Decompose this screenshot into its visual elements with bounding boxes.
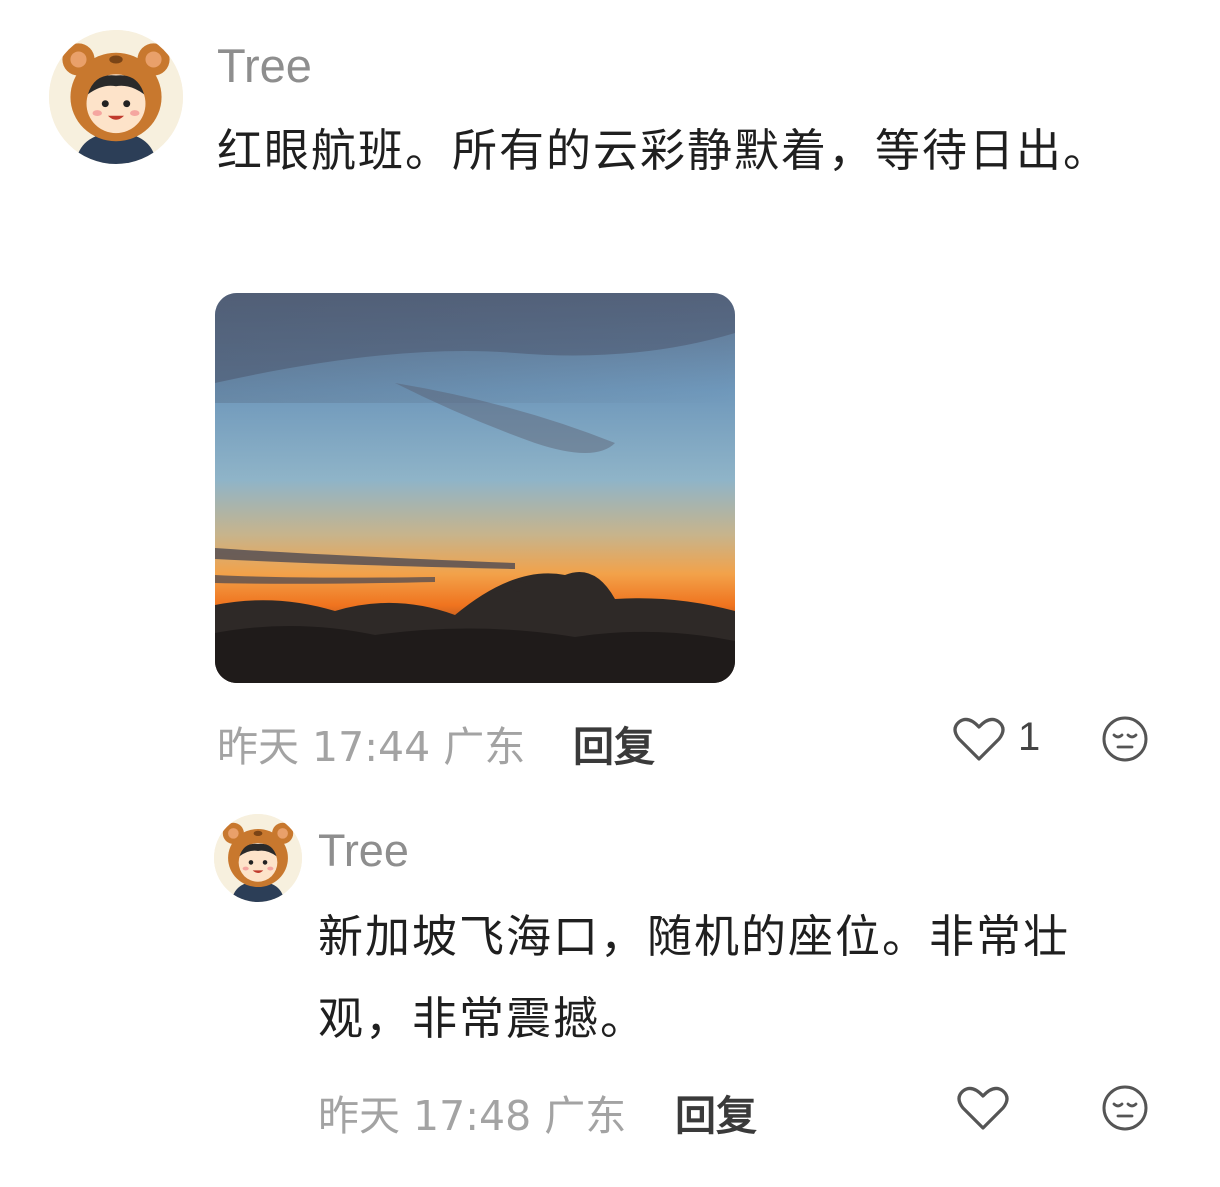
avatar[interactable] [49,30,183,164]
comment-photo[interactable] [215,293,735,683]
reply-like-button[interactable] [957,1084,1009,1132]
bear-hood-avatar-icon [214,814,302,902]
comment-text: 红眼航班。所有的云彩静默着，等待日出。 [217,124,1111,177]
reply-react-button[interactable] [1101,1084,1149,1132]
reply-button[interactable]: 回复 [573,713,655,773]
sunset-above-clouds-photo [215,293,735,683]
reply-timestamp-location: 昨天 17:48 广东 [318,1092,627,1140]
reply-text: 新加坡飞海口，随机的座位。非常壮观，非常震撼。 [318,910,1071,1045]
reply-avatar[interactable] [214,814,302,902]
reply-reply-button[interactable]: 回复 [675,1082,757,1142]
reply-author[interactable]: Tree [318,825,409,877]
like-count: 1 [1018,715,1041,759]
react-button[interactable] [1101,715,1149,763]
emoji-face-icon [1102,1085,1148,1131]
comment-timestamp-location: 昨天 17:44 广东 [217,723,526,771]
heart-icon [953,717,1005,761]
emoji-face-icon [1102,716,1148,762]
heart-icon [957,1086,1009,1130]
like-button[interactable] [953,715,1005,763]
comment-author[interactable]: Tree [217,38,312,93]
bear-hood-avatar-icon [49,30,183,164]
